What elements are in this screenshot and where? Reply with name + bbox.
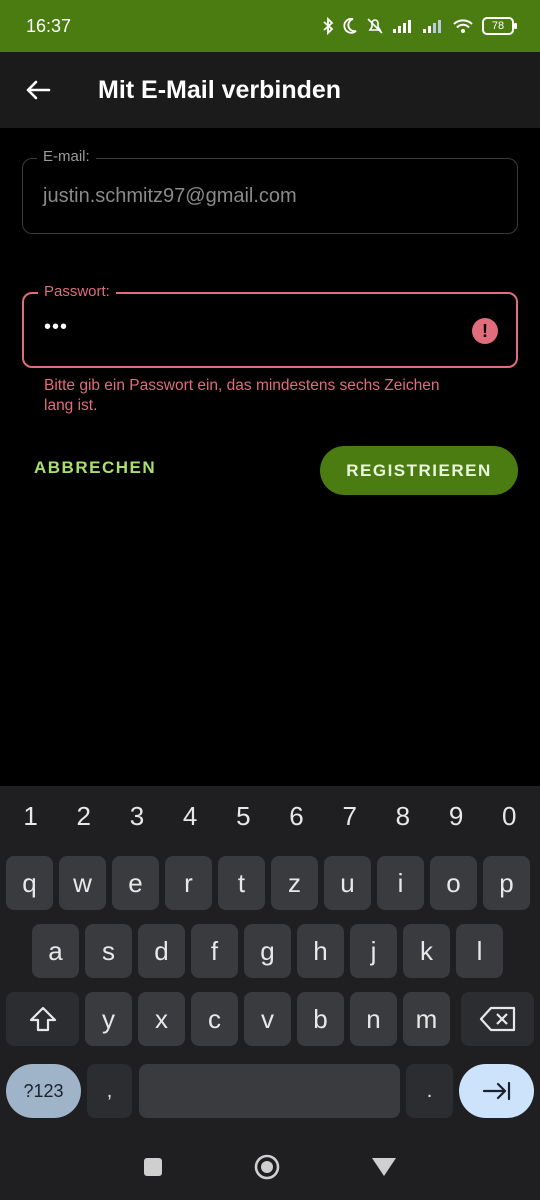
keyboard-number-row: 1 2 3 4 5 6 7 8 9 0 — [0, 786, 540, 846]
backspace-key[interactable] — [461, 992, 534, 1046]
key-9[interactable]: 9 — [431, 801, 481, 832]
key-v[interactable]: v — [244, 992, 291, 1046]
error-icon: ! — [472, 318, 498, 344]
key-y[interactable]: y — [85, 992, 132, 1046]
navigation-bar — [0, 1134, 540, 1200]
page-title: Mit E-Mail verbinden — [98, 75, 342, 104]
back-button[interactable] — [0, 52, 76, 128]
signal-icon — [393, 20, 411, 33]
key-5[interactable]: 5 — [218, 801, 268, 832]
key-1[interactable]: 1 — [6, 801, 56, 832]
key-i[interactable]: i — [377, 856, 424, 910]
key-u[interactable]: u — [324, 856, 371, 910]
key-b[interactable]: b — [297, 992, 344, 1046]
key-c[interactable]: c — [191, 992, 238, 1046]
key-j[interactable]: j — [350, 924, 397, 978]
arrow-left-icon — [26, 80, 51, 100]
battery-icon: 78 — [482, 17, 517, 35]
recents-icon[interactable] — [143, 1157, 163, 1177]
key-7[interactable]: 7 — [325, 801, 375, 832]
key-4[interactable]: 4 — [165, 801, 215, 832]
password-value: ••• — [44, 316, 69, 338]
key-g[interactable]: g — [244, 924, 291, 978]
moon-icon — [343, 17, 357, 34]
space-key[interactable] — [139, 1064, 400, 1118]
key-t[interactable]: t — [218, 856, 265, 910]
password-error-message: Bitte gib ein Passwort ein, das mindeste… — [44, 377, 440, 414]
key-8[interactable]: 8 — [378, 801, 428, 832]
wifi-icon — [453, 19, 473, 33]
key-s[interactable]: s — [85, 924, 132, 978]
key-n[interactable]: n — [350, 992, 397, 1046]
key-d[interactable]: d — [138, 924, 185, 978]
key-k[interactable]: k — [403, 924, 450, 978]
status-bar: 16:37 78 — [0, 0, 540, 52]
register-button[interactable]: REGISTRIEREN — [320, 446, 518, 495]
symbols-key[interactable]: ?123 — [6, 1064, 81, 1118]
status-icons: 78 — [322, 17, 517, 35]
key-m[interactable]: m — [403, 992, 450, 1046]
key-x[interactable]: x — [138, 992, 185, 1046]
password-label: Passwort: — [38, 283, 116, 300]
key-r[interactable]: r — [165, 856, 212, 910]
key-2[interactable]: 2 — [59, 801, 109, 832]
key-w[interactable]: w — [59, 856, 106, 910]
app-bar: Mit E-Mail verbinden — [0, 52, 540, 128]
key-3[interactable]: 3 — [112, 801, 162, 832]
signal-2-icon — [423, 20, 441, 33]
back-triangle-icon[interactable] — [371, 1156, 397, 1178]
backspace-icon — [479, 1006, 515, 1032]
key-6[interactable]: 6 — [272, 801, 322, 832]
muted-bell-icon — [367, 18, 383, 34]
comma-key[interactable]: , — [87, 1064, 132, 1118]
key-z[interactable]: z — [271, 856, 318, 910]
cancel-button[interactable]: ABBRECHEN — [34, 458, 156, 478]
shift-icon — [29, 1006, 56, 1032]
period-key[interactable]: . — [406, 1064, 453, 1118]
key-p[interactable]: p — [483, 856, 530, 910]
key-a[interactable]: a — [32, 924, 79, 978]
key-o[interactable]: o — [430, 856, 477, 910]
email-label: E-mail: — [37, 148, 96, 165]
home-icon[interactable] — [253, 1153, 281, 1181]
key-h[interactable]: h — [297, 924, 344, 978]
key-f[interactable]: f — [191, 924, 238, 978]
bluetooth-icon — [323, 17, 334, 35]
key-l[interactable]: l — [456, 924, 503, 978]
key-q[interactable]: q — [6, 856, 53, 910]
email-value: justin.schmitz97@gmail.com — [43, 185, 297, 207]
key-e[interactable]: e — [112, 856, 159, 910]
status-time: 16:37 — [26, 15, 72, 36]
shift-key[interactable] — [6, 992, 79, 1046]
next-key[interactable] — [459, 1064, 534, 1118]
email-field[interactable]: E-mail: justin.schmitz97@gmail.com — [22, 148, 518, 234]
password-field[interactable]: Passwort: ••• ! — [22, 283, 518, 368]
key-0[interactable]: 0 — [484, 801, 534, 832]
tab-arrow-icon — [482, 1081, 510, 1101]
